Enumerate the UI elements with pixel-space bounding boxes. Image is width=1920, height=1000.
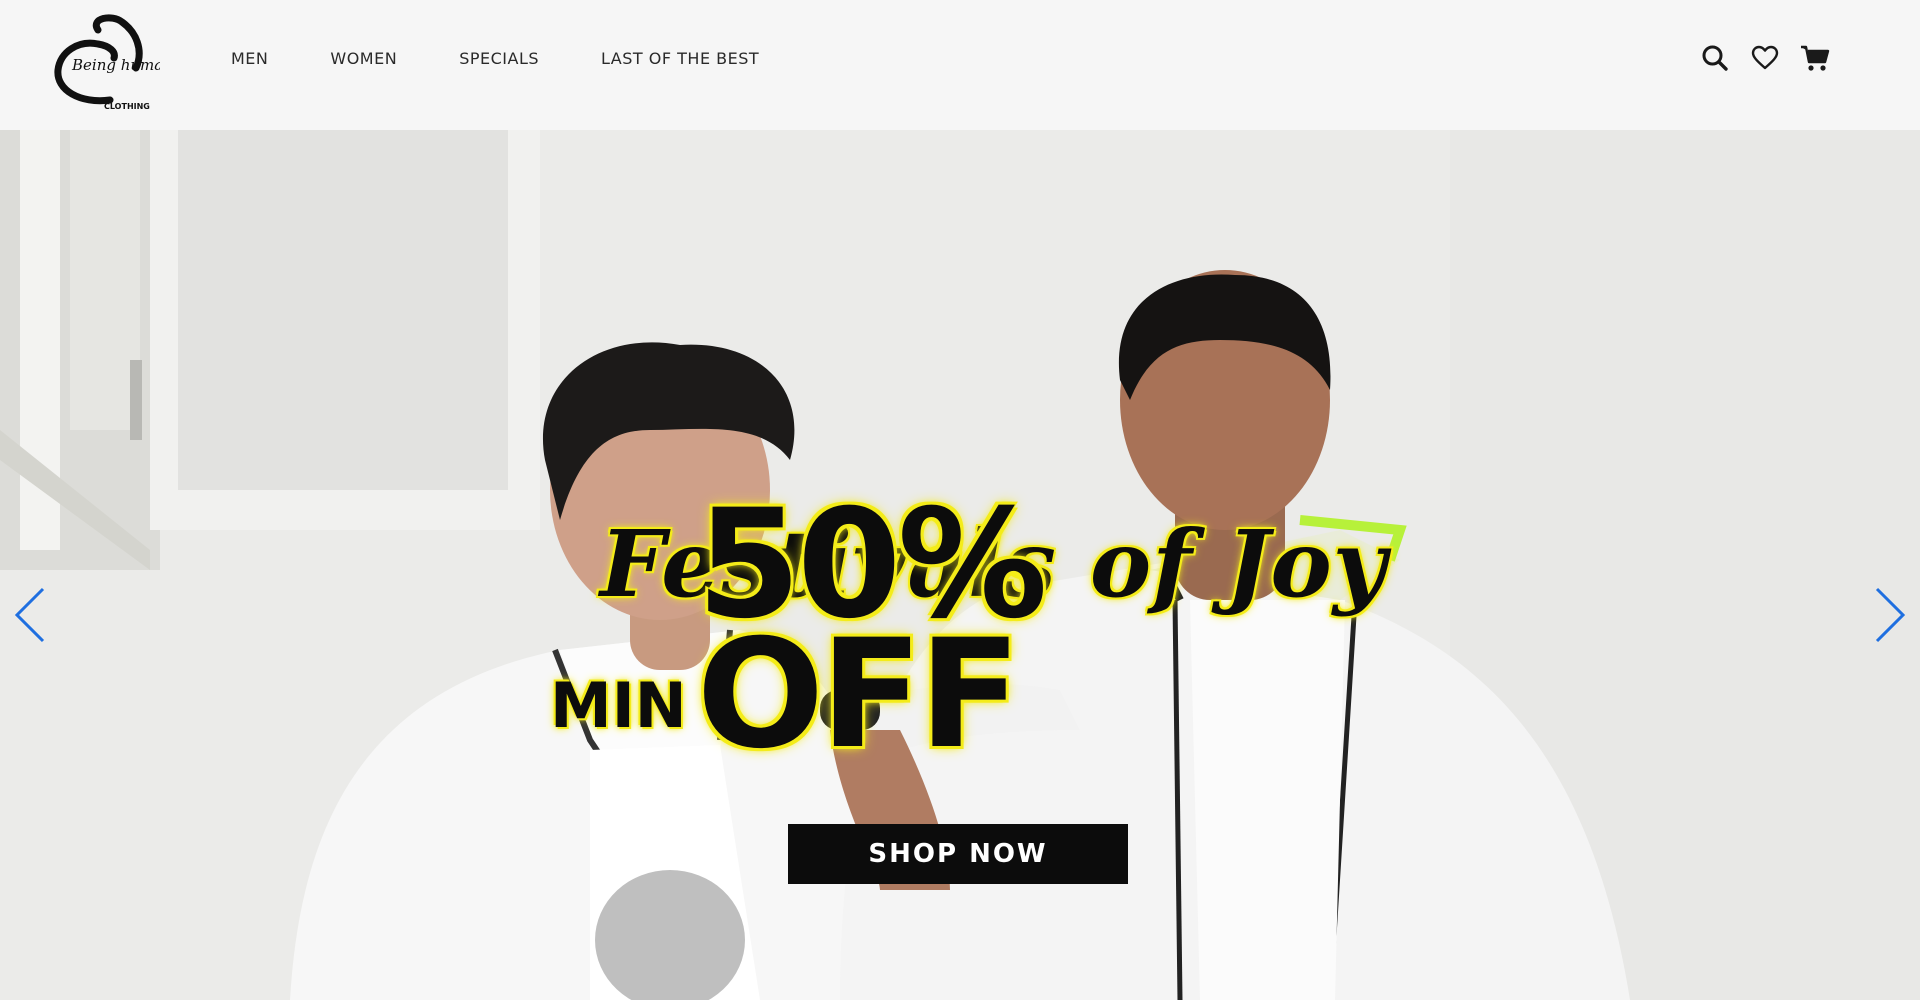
shop-now-button[interactable]: SHOP NOW <box>788 824 1128 884</box>
chevron-left-icon <box>14 587 45 643</box>
being-human-logo: Being human CLOTHING <box>54 14 160 111</box>
heart-icon <box>1751 45 1779 70</box>
nav-item-women[interactable]: WOMEN <box>330 49 397 68</box>
wishlist-button[interactable] <box>1750 43 1780 73</box>
cart-button[interactable] <box>1800 43 1830 73</box>
search-button[interactable] <box>1700 43 1730 73</box>
cart-icon <box>1801 45 1830 71</box>
svg-text:CLOTHING: CLOTHING <box>104 102 150 111</box>
header-actions <box>1700 38 1830 78</box>
chevron-right-icon <box>1875 587 1906 643</box>
main-nav: MEN WOMEN SPECIALS LAST OF THE BEST <box>231 0 821 116</box>
search-icon <box>1702 45 1728 71</box>
brand-logo[interactable]: Being human CLOTHING <box>50 12 160 120</box>
nav-item-men[interactable]: MEN <box>231 49 268 68</box>
nav-item-specials[interactable]: SPECIALS <box>459 49 539 68</box>
carousel-prev-button[interactable] <box>10 580 50 650</box>
site-header: Being human CLOTHING MEN WOMEN SPECIALS … <box>0 0 1920 130</box>
svg-text:Being human: Being human <box>71 56 160 74</box>
carousel-next-button[interactable] <box>1870 580 1910 650</box>
nav-item-last-of-the-best[interactable]: LAST OF THE BEST <box>601 49 759 68</box>
